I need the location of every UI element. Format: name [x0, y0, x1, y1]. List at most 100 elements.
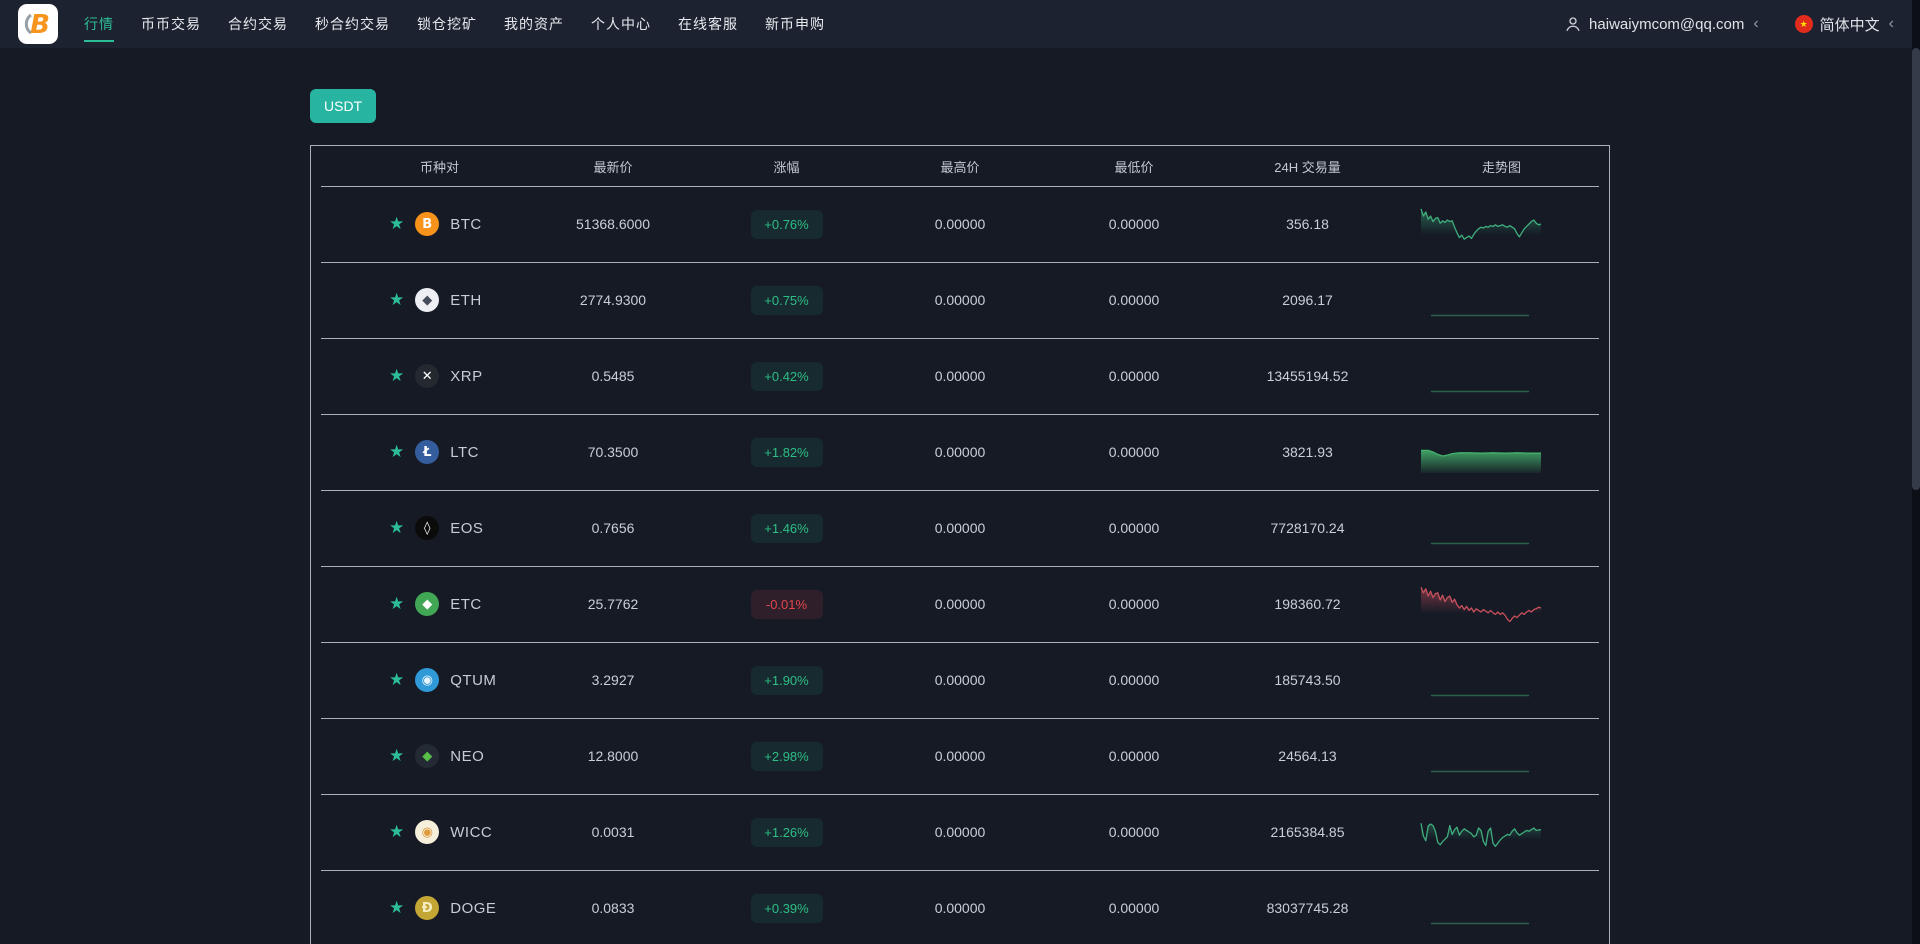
change-badge: +1.46%: [751, 514, 823, 543]
col-header-0: 币种对: [311, 157, 526, 176]
high-price: 0.00000: [873, 292, 1047, 308]
low-price: 0.00000: [1047, 216, 1221, 232]
language-menu[interactable]: ★ 简体中文 ‹: [1795, 14, 1894, 35]
pair-cell: ★◉WICC: [311, 820, 526, 844]
favorite-star-icon[interactable]: ★: [389, 824, 404, 841]
high-price: 0.00000: [873, 824, 1047, 840]
volume-24h: 185743.50: [1221, 672, 1394, 688]
table-row-qtum[interactable]: ★◉QTUM3.2927+1.90%0.000000.00000185743.5…: [311, 642, 1609, 718]
brand-logo[interactable]: B: [18, 4, 58, 44]
nav-item-0[interactable]: 行情: [84, 0, 114, 48]
change-badge: +0.42%: [751, 362, 823, 391]
pair-cell: ★ĐDOGE: [311, 896, 526, 920]
table-row-eos[interactable]: ★◊EOS0.7656+1.46%0.000000.000007728170.2…: [311, 490, 1609, 566]
low-price: 0.00000: [1047, 672, 1221, 688]
nav-item-2[interactable]: 合约交易: [228, 0, 288, 48]
change-cell: +0.42%: [700, 362, 873, 391]
change-cell: +0.39%: [700, 894, 873, 923]
svg-text:B: B: [30, 10, 50, 40]
favorite-star-icon[interactable]: ★: [389, 748, 404, 765]
favorite-star-icon[interactable]: ★: [389, 672, 404, 689]
favorite-star-icon[interactable]: ★: [389, 292, 404, 309]
favorite-star-icon[interactable]: ★: [389, 216, 404, 233]
china-flag-icon: ★: [1795, 15, 1813, 33]
change-badge: +1.90%: [751, 666, 823, 695]
volume-24h: 7728170.24: [1221, 520, 1394, 536]
latest-price: 0.0833: [526, 900, 700, 916]
nav-item-7[interactable]: 在线客服: [678, 0, 738, 48]
scrollbar-thumb[interactable]: [1912, 48, 1920, 490]
latest-price: 12.8000: [526, 748, 700, 764]
favorite-star-icon[interactable]: ★: [389, 444, 404, 461]
table-row-doge[interactable]: ★ĐDOGE0.0833+0.39%0.000000.0000083037745…: [311, 870, 1609, 944]
trend-sparkline: [1417, 505, 1545, 551]
user-icon: [1564, 15, 1582, 33]
spark-cell: [1394, 809, 1609, 855]
tab-usdt[interactable]: USDT: [310, 89, 376, 123]
pair-cell: ★◆NEO: [311, 744, 526, 768]
account-menu[interactable]: haiwaiymcom@qq.com ‹: [1564, 15, 1759, 33]
nav-item-5[interactable]: 我的资产: [504, 0, 564, 48]
table-row-etc[interactable]: ★◆ETC25.7762-0.01%0.000000.00000198360.7…: [311, 566, 1609, 642]
pair-symbol: NEO: [450, 748, 484, 765]
favorite-star-icon[interactable]: ★: [389, 596, 404, 613]
change-cell: -0.01%: [700, 590, 873, 619]
nav-item-1[interactable]: 币币交易: [141, 0, 201, 48]
pair-symbol: EOS: [450, 520, 483, 537]
change-badge: +0.76%: [751, 210, 823, 239]
vertical-scrollbar[interactable]: [1912, 0, 1920, 944]
col-header-5: 24H 交易量: [1221, 157, 1394, 176]
pair-cell: ★◉QTUM: [311, 668, 526, 692]
trend-sparkline: [1417, 429, 1545, 475]
pair-cell: ★ ◊ EOS: [311, 516, 526, 540]
pair-symbol: LTC: [450, 444, 479, 461]
table-body: ★BBTC51368.6000+0.76%0.000000.00000356.1…: [311, 186, 1609, 944]
table-row-ltc[interactable]: ★ŁLTC70.3500+1.82%0.000000.000003821.93: [311, 414, 1609, 490]
nav-item-4[interactable]: 锁仓挖矿: [417, 0, 477, 48]
coin-icon-btc: B: [415, 212, 439, 236]
table-row-neo[interactable]: ★◆NEO12.8000+2.98%0.000000.0000024564.13: [311, 718, 1609, 794]
table-row-wicc[interactable]: ★◉WICC0.0031+1.26%0.000000.000002165384.…: [311, 794, 1609, 870]
low-price: 0.00000: [1047, 292, 1221, 308]
change-cell: +0.76%: [700, 210, 873, 239]
change-badge: +1.82%: [751, 438, 823, 467]
spark-cell: [1394, 505, 1609, 551]
favorite-star-icon[interactable]: ★: [389, 520, 404, 537]
nav-item-6[interactable]: 个人中心: [591, 0, 651, 48]
latest-price: 0.7656: [526, 520, 700, 536]
coin-icon-eth: ◆: [415, 288, 439, 312]
pair-symbol: WICC: [450, 824, 492, 841]
spark-cell: [1394, 733, 1609, 779]
volume-24h: 3821.93: [1221, 444, 1394, 460]
coin-icon-qtum: ◉: [415, 668, 439, 692]
coin-icon-eos: ◊: [415, 516, 439, 540]
volume-24h: 13455194.52: [1221, 368, 1394, 384]
favorite-star-icon[interactable]: ★: [389, 900, 404, 917]
change-badge: -0.01%: [751, 590, 823, 619]
high-price: 0.00000: [873, 368, 1047, 384]
pair-symbol: ETC: [450, 596, 482, 613]
nav-item-8[interactable]: 新币申购: [765, 0, 825, 48]
change-cell: +0.75%: [700, 286, 873, 315]
low-price: 0.00000: [1047, 596, 1221, 612]
chevron-icon: ‹: [1753, 16, 1758, 32]
nav-item-3[interactable]: 秒合约交易: [315, 0, 390, 48]
low-price: 0.00000: [1047, 824, 1221, 840]
low-price: 0.00000: [1047, 368, 1221, 384]
spark-cell: [1394, 581, 1609, 627]
high-price: 0.00000: [873, 596, 1047, 612]
latest-price: 2774.9300: [526, 292, 700, 308]
pair-symbol: ETH: [450, 292, 482, 309]
favorite-star-icon[interactable]: ★: [389, 368, 404, 385]
trend-sparkline: [1417, 809, 1545, 855]
col-header-4: 最低价: [1047, 157, 1221, 176]
table-row-xrp[interactable]: ★✕XRP0.5485+0.42%0.000000.0000013455194.…: [311, 338, 1609, 414]
pair-cell: ★ ◆ ETH: [311, 288, 526, 312]
latest-price: 70.3500: [526, 444, 700, 460]
low-price: 0.00000: [1047, 444, 1221, 460]
high-price: 0.00000: [873, 748, 1047, 764]
table-row-eth[interactable]: ★◆ETH2774.9300+0.75%0.000000.000002096.1…: [311, 262, 1609, 338]
language-label: 简体中文: [1820, 14, 1880, 35]
table-row-btc[interactable]: ★BBTC51368.6000+0.76%0.000000.00000356.1…: [311, 186, 1609, 262]
volume-24h: 356.18: [1221, 216, 1394, 232]
